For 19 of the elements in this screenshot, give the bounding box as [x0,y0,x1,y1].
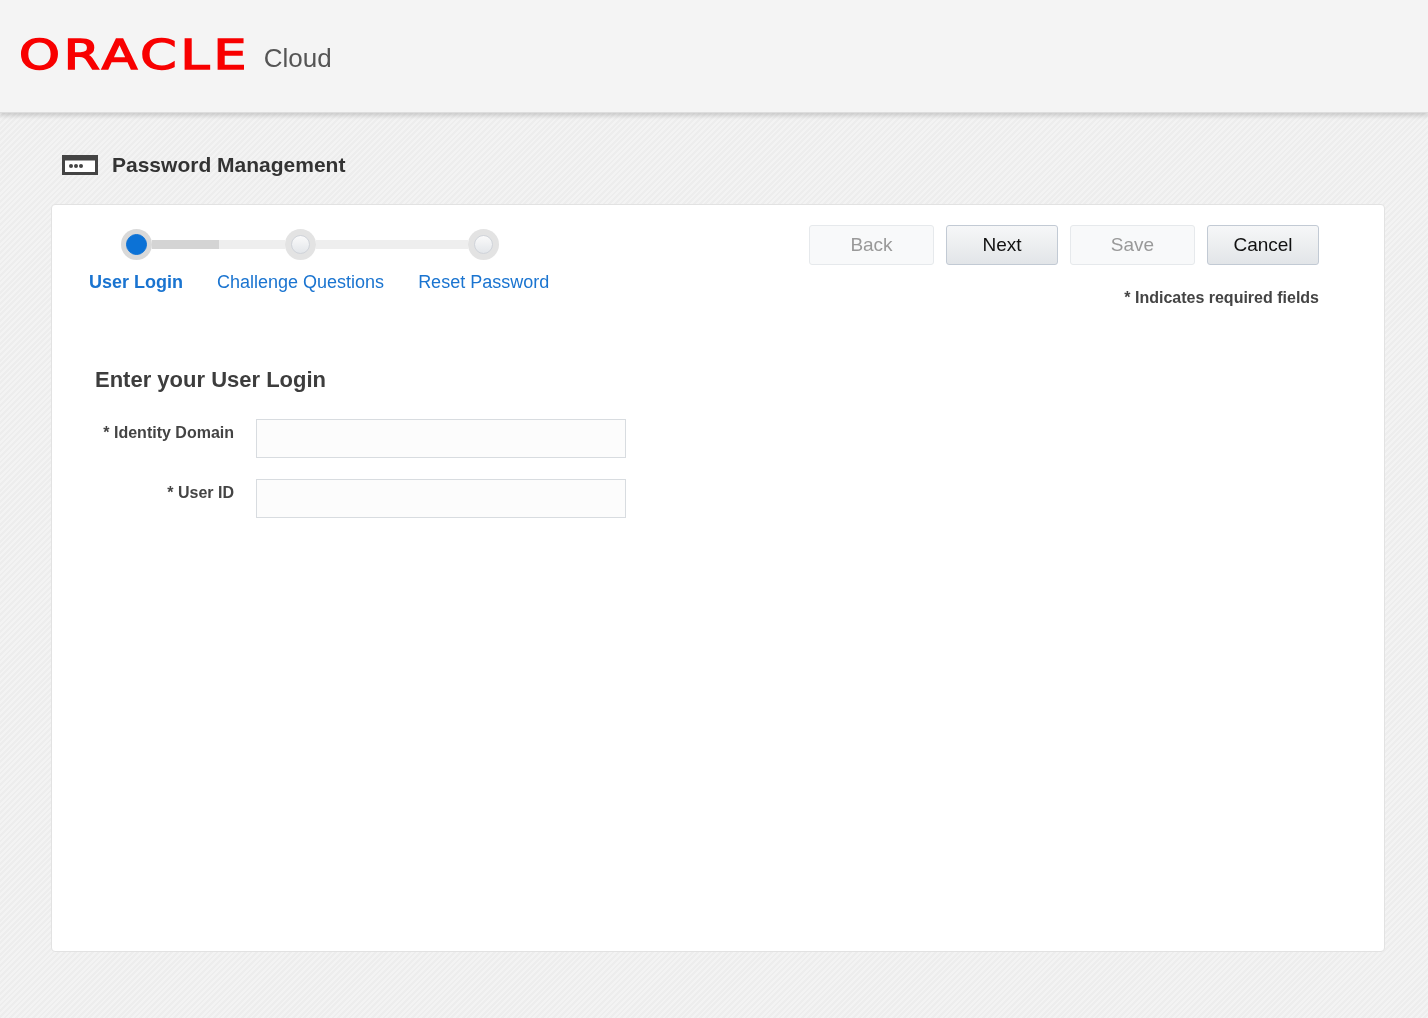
step-button[interactable]: Cancel [1207,225,1319,265]
form-heading: Enter your User Login [95,367,328,393]
train-step-marker[interactable] [285,229,317,260]
brand-logo: ORACLE [19,39,251,71]
train-step-link[interactable]: User Login [89,272,183,293]
input-field[interactable] [256,419,626,458]
product-name: Cloud [263,45,332,71]
field-label: * User ID [166,483,234,503]
progress-fill [152,240,219,249]
train-step-link[interactable]: Reset Password [418,272,550,293]
page-title: Password Management [112,153,346,177]
input-field[interactable] [256,479,626,518]
train-step-marker[interactable] [120,229,152,260]
step-button[interactable]: Next [946,225,1058,265]
required-fields-note: * Indicates required fields [1124,289,1319,307]
train-step-link[interactable]: Challenge Questions [217,272,385,293]
field-label: * Identity Domain [102,423,234,443]
password-icon [62,155,98,175]
train-step-marker[interactable] [468,229,500,260]
